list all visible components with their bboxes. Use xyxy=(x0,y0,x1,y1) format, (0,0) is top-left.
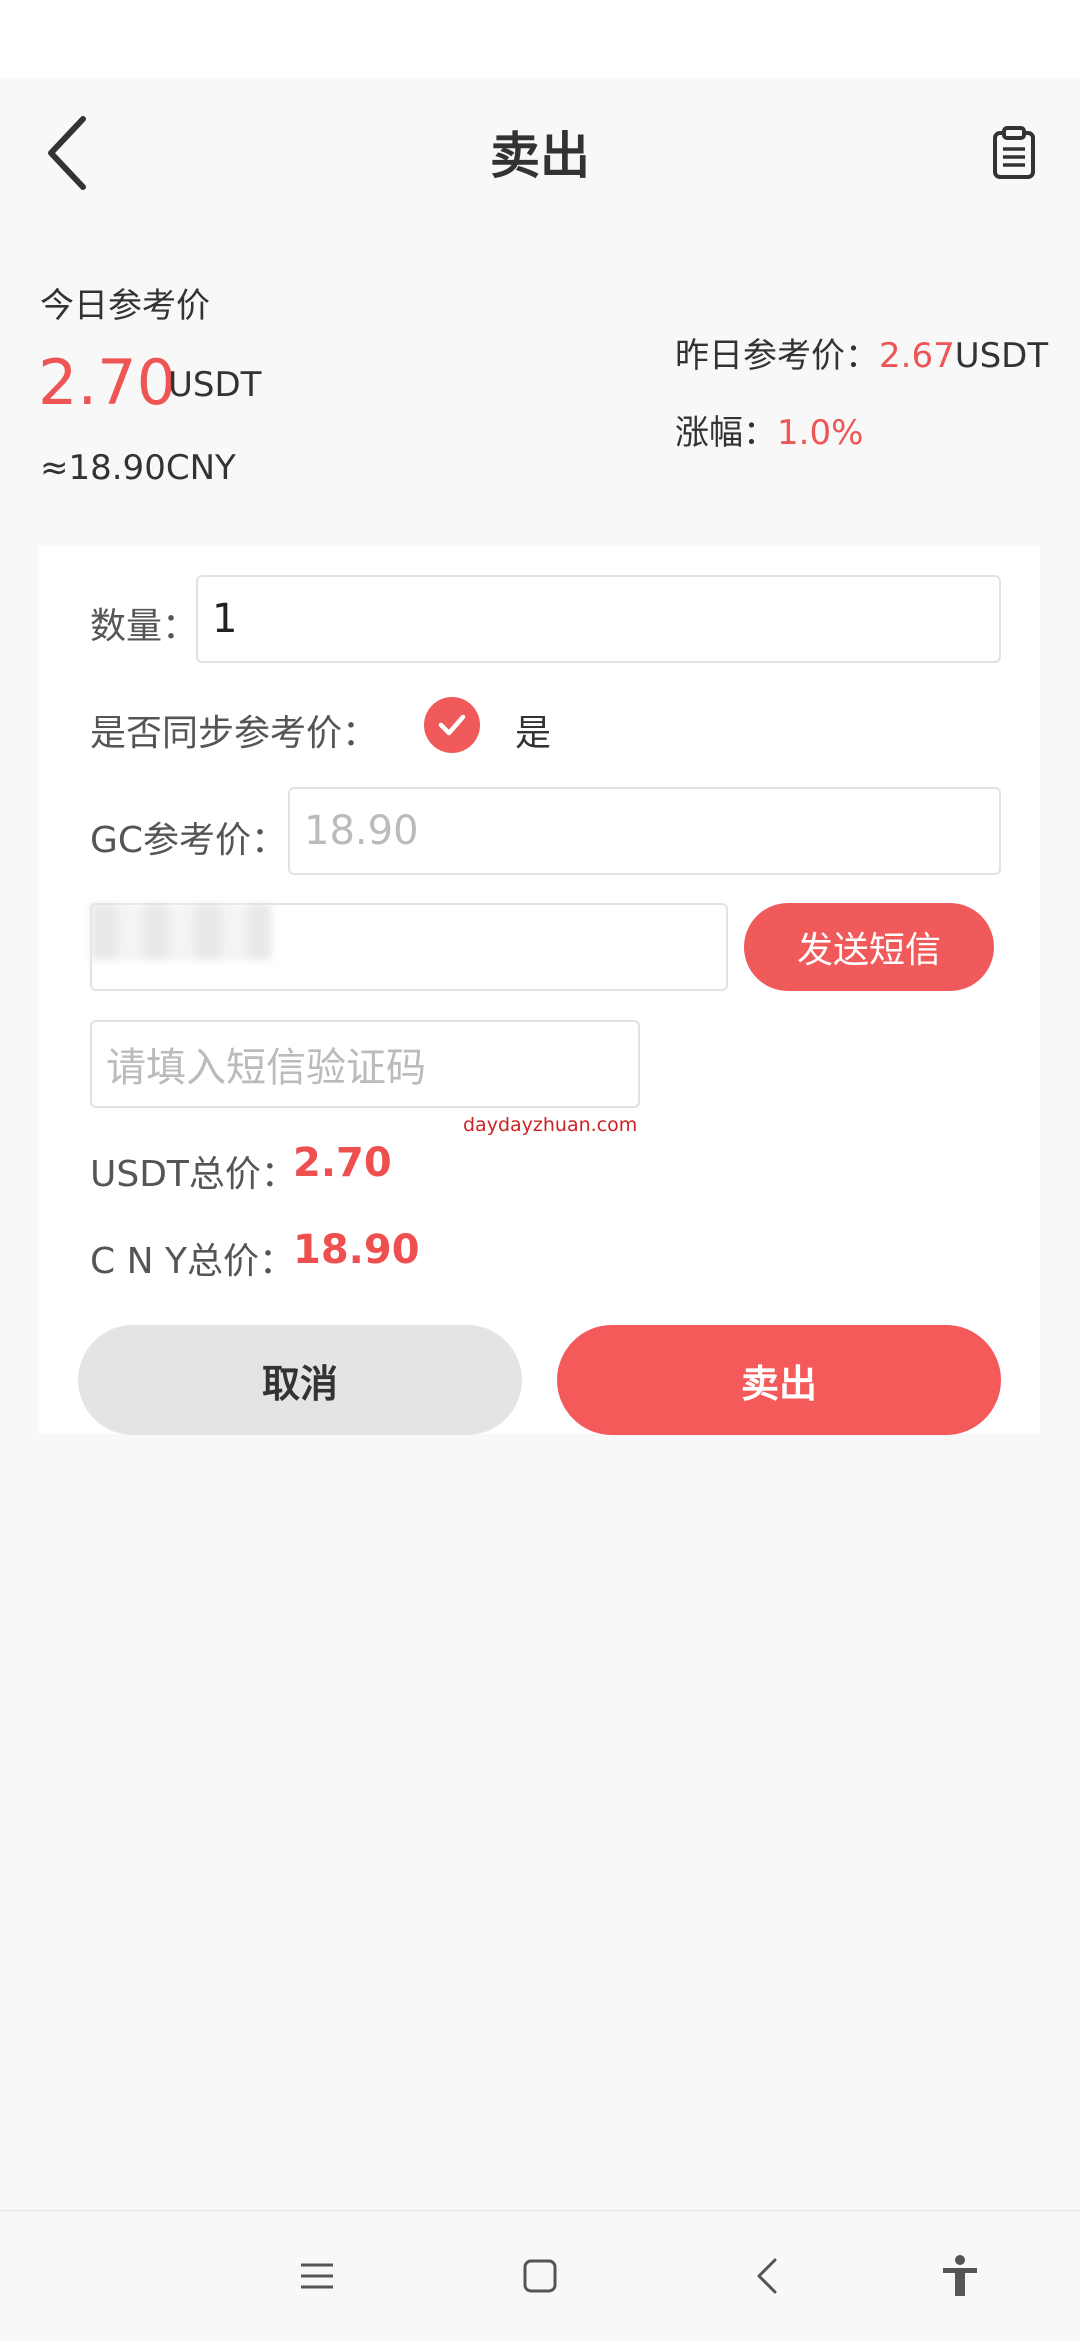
cancel-button[interactable]: 取消 xyxy=(78,1325,522,1435)
send-sms-button[interactable]: 发送短信 xyxy=(744,903,994,991)
quantity-label: 数量： xyxy=(90,606,199,647)
yesterday-price: 昨日参考价：2.67USDT xyxy=(675,328,1048,377)
accessibility-icon xyxy=(943,2255,977,2296)
square-icon xyxy=(523,2259,557,2293)
status-bar xyxy=(0,0,1080,78)
gc-price-label: GC参考价： xyxy=(90,820,288,861)
usdt-total-label: USDT总价： xyxy=(90,1154,297,1195)
nav-home-button[interactable] xyxy=(505,2241,575,2311)
page-title: 卖出 xyxy=(490,127,590,185)
sell-button[interactable]: 卖出 xyxy=(557,1325,1001,1435)
watermark-text: daydayzhuan.com xyxy=(463,1114,638,1136)
sync-price-label: 是否同步参考价： xyxy=(90,713,379,754)
yesterday-price-value: 2.67 xyxy=(879,336,955,376)
nav-accessibility-button[interactable] xyxy=(925,2241,995,2311)
gc-price-input[interactable]: 18.90 xyxy=(288,787,1001,875)
today-price-label: 今日参考价 xyxy=(40,286,210,326)
record-button[interactable] xyxy=(984,118,1044,188)
header: 卖出 xyxy=(0,78,1080,228)
cny-total-value: 18.90 xyxy=(293,1227,420,1273)
quantity-input[interactable]: 1 xyxy=(196,575,1001,663)
price-summary: 今日参考价 2.70 USDT ≈18.90CNY 昨日参考价：2.67USDT… xyxy=(0,228,1080,528)
sync-price-option[interactable]: 是 xyxy=(515,704,551,756)
today-price-value: 2.70 xyxy=(38,346,177,419)
price-change-value: 1.0% xyxy=(777,413,864,453)
price-change: 涨幅：1.0% xyxy=(675,405,863,454)
nav-back-button[interactable] xyxy=(732,2241,802,2311)
clipboard-icon xyxy=(993,126,1035,179)
menu-icon xyxy=(301,2263,333,2289)
check-icon xyxy=(438,714,466,736)
yesterday-price-unit: USDT xyxy=(954,336,1049,376)
yesterday-price-label: 昨日参考价： xyxy=(675,336,879,376)
cny-total-label: C N Y总价： xyxy=(90,1241,295,1282)
price-change-label: 涨幅： xyxy=(675,413,777,453)
blurred-phone-number xyxy=(91,904,271,960)
sync-price-checkbox[interactable] xyxy=(424,697,480,753)
nav-menu-button[interactable] xyxy=(282,2241,352,2311)
back-icon xyxy=(757,2258,777,2294)
today-price-unit: USDT xyxy=(168,365,262,405)
sms-code-input[interactable]: 请填入短信验证码 xyxy=(90,1020,640,1108)
sell-form-card: 数量： 1 是否同步参考价： 是 GC参考价： 18.90 发送短信 请填入短信… xyxy=(39,546,1040,1435)
usdt-total-value: 2.70 xyxy=(293,1140,392,1186)
system-navigation-bar xyxy=(0,2210,1080,2341)
today-price-cny: ≈18.90CNY xyxy=(40,448,236,488)
